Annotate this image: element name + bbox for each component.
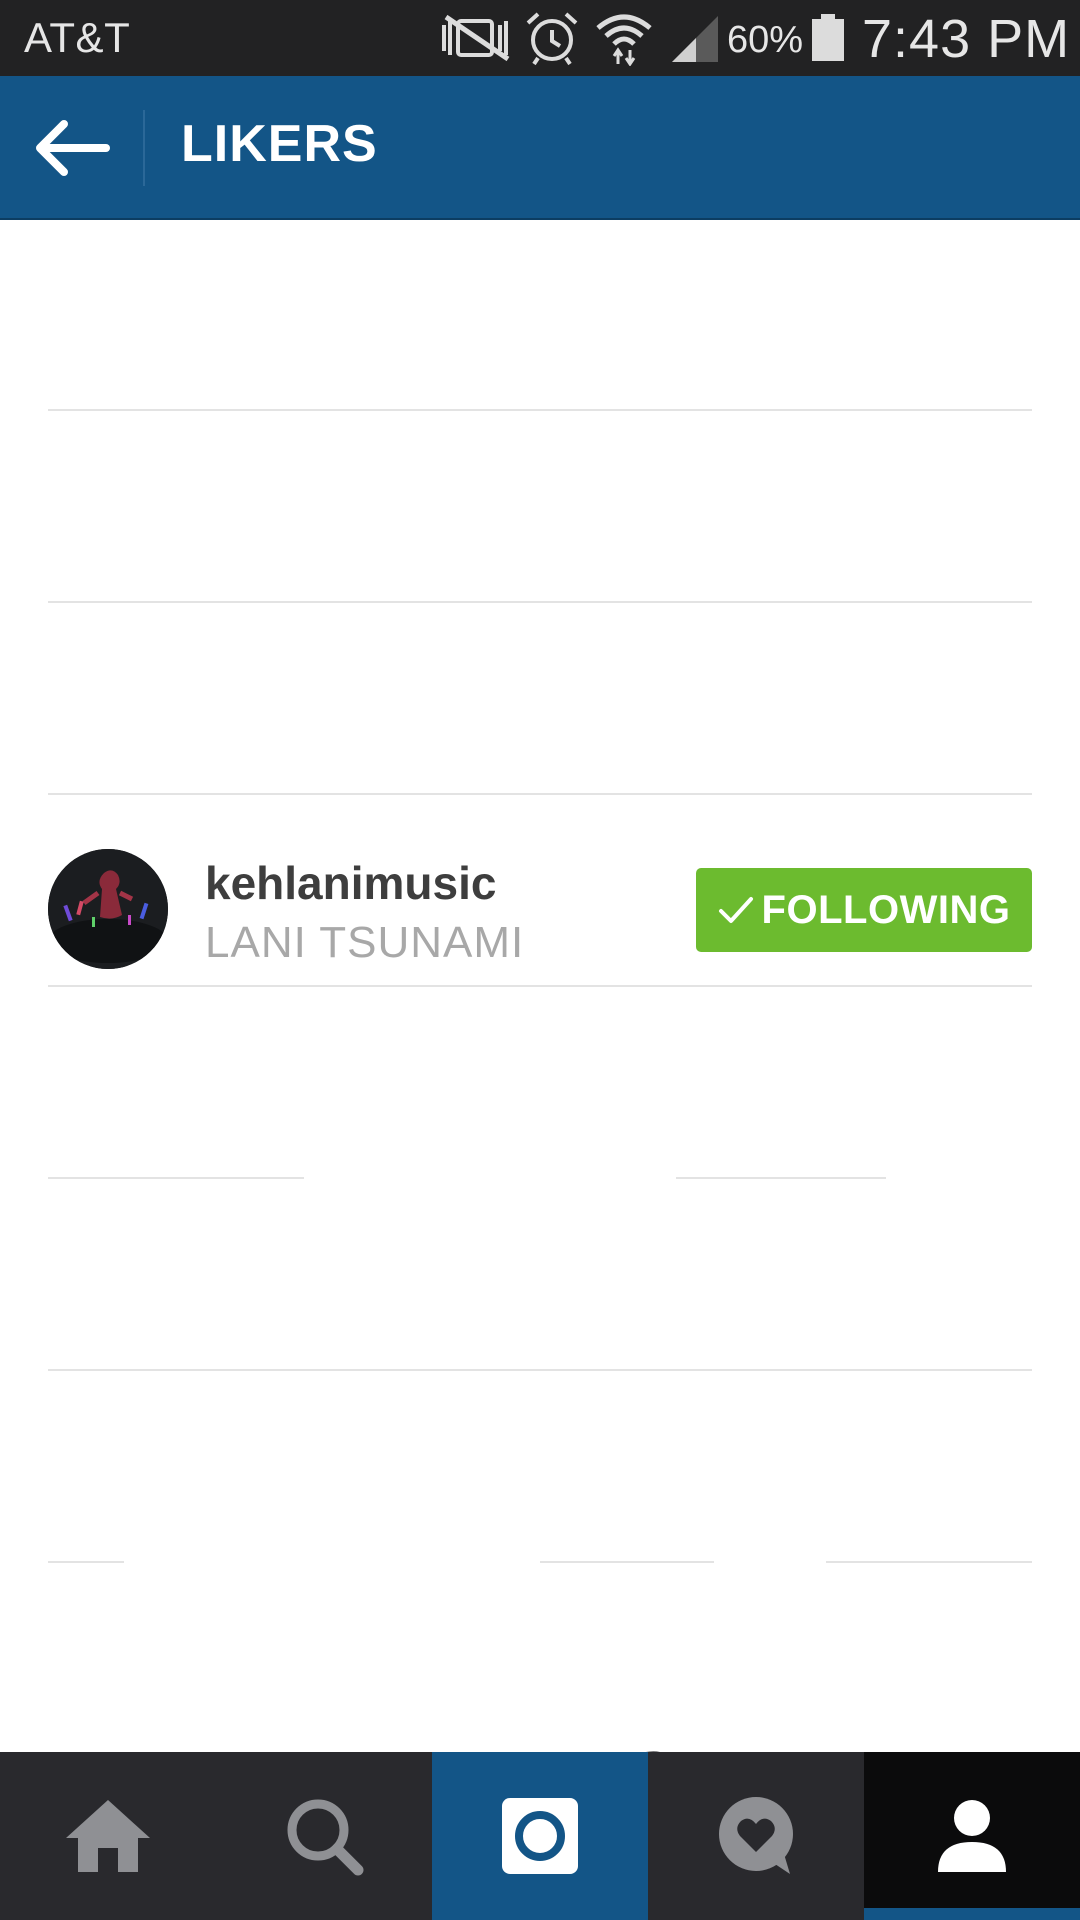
bottom-tab-bar [0,1752,1080,1920]
list-divider [48,1369,1032,1371]
camera-icon [502,1798,578,1874]
page-title: LIKERS [181,115,378,173]
carrier-label: AT&T [24,14,131,61]
active-tab-indicator [864,1908,1080,1920]
likers-list[interactable]: kehlanimusic LANI TSUNAMI FOLLOWING [0,218,1080,1752]
search-icon [287,1799,364,1876]
list-divider [540,1561,714,1563]
list-divider [48,1561,124,1563]
following-label: FOLLOWING [761,887,1011,932]
list-divider [48,601,1032,603]
liker-username[interactable]: kehlanimusic [205,856,496,910]
vibrate-off-icon [442,14,510,62]
battery-percent: 60% [727,19,804,61]
tab-activity[interactable] [648,1752,864,1920]
tab-camera[interactable] [432,1752,648,1920]
liker-row[interactable]: kehlanimusic LANI TSUNAMI FOLLOWING [48,818,1032,1006]
tab-profile[interactable] [864,1752,1080,1920]
wifi-icon [596,14,652,66]
following-button[interactable]: FOLLOWING [696,868,1032,952]
signal-icon [672,16,718,62]
tab-home[interactable] [0,1752,216,1920]
list-divider [676,1177,886,1179]
avatar-photo [48,849,168,969]
alarm-icon [526,12,578,66]
check-icon [718,894,754,926]
status-icons [438,8,720,68]
home-icon [66,1800,150,1872]
list-divider [48,985,1032,987]
status-bar: AT&T 60% 7:43 PM [0,0,1080,76]
back-button[interactable] [34,118,110,178]
clock: 7:43 PM [862,9,1071,69]
list-divider [826,1561,1032,1563]
heart-bubble-icon [719,1797,793,1874]
top-header: LIKERS [0,76,1080,220]
battery-icon [812,14,844,61]
list-divider [48,1177,304,1179]
arrow-left-icon [36,120,110,176]
list-divider [48,409,1032,411]
tab-search[interactable] [216,1752,432,1920]
header-divider [143,110,145,186]
liker-full-name: LANI TSUNAMI [205,918,525,967]
avatar[interactable] [48,849,168,969]
list-divider [48,793,1032,795]
person-icon [938,1800,1006,1872]
